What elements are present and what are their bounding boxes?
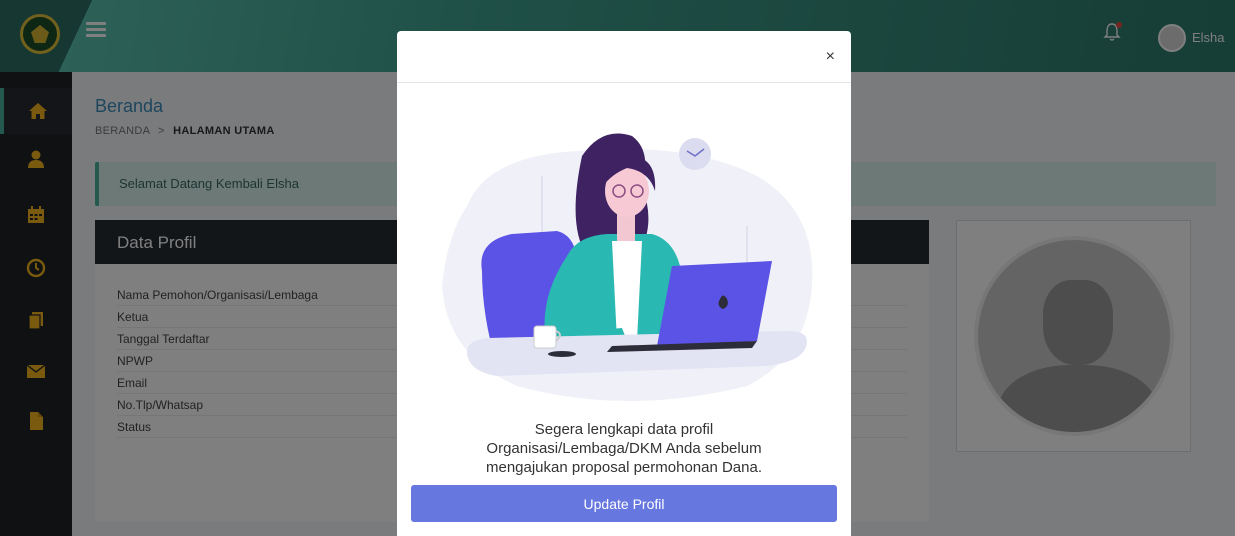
modal-message: Segera lengkapi data profil Organisasi/L… — [397, 420, 851, 477]
update-profile-modal: × Segera lengkapi data profil Organisasi… — [397, 31, 851, 536]
modal-message-line: Segera lengkapi data profil — [534, 421, 714, 438]
modal-message-line: mengajukan proposal permohonan Dana. — [485, 459, 763, 476]
modal-message-line: Organisasi/Lembaga/DKM Anda sebelum — [486, 440, 762, 457]
woman-at-laptop-illustration — [442, 133, 813, 401]
close-icon[interactable]: × — [826, 49, 835, 65]
update-profile-button[interactable]: Update Profil — [411, 485, 837, 522]
modal-header: × — [397, 31, 851, 83]
